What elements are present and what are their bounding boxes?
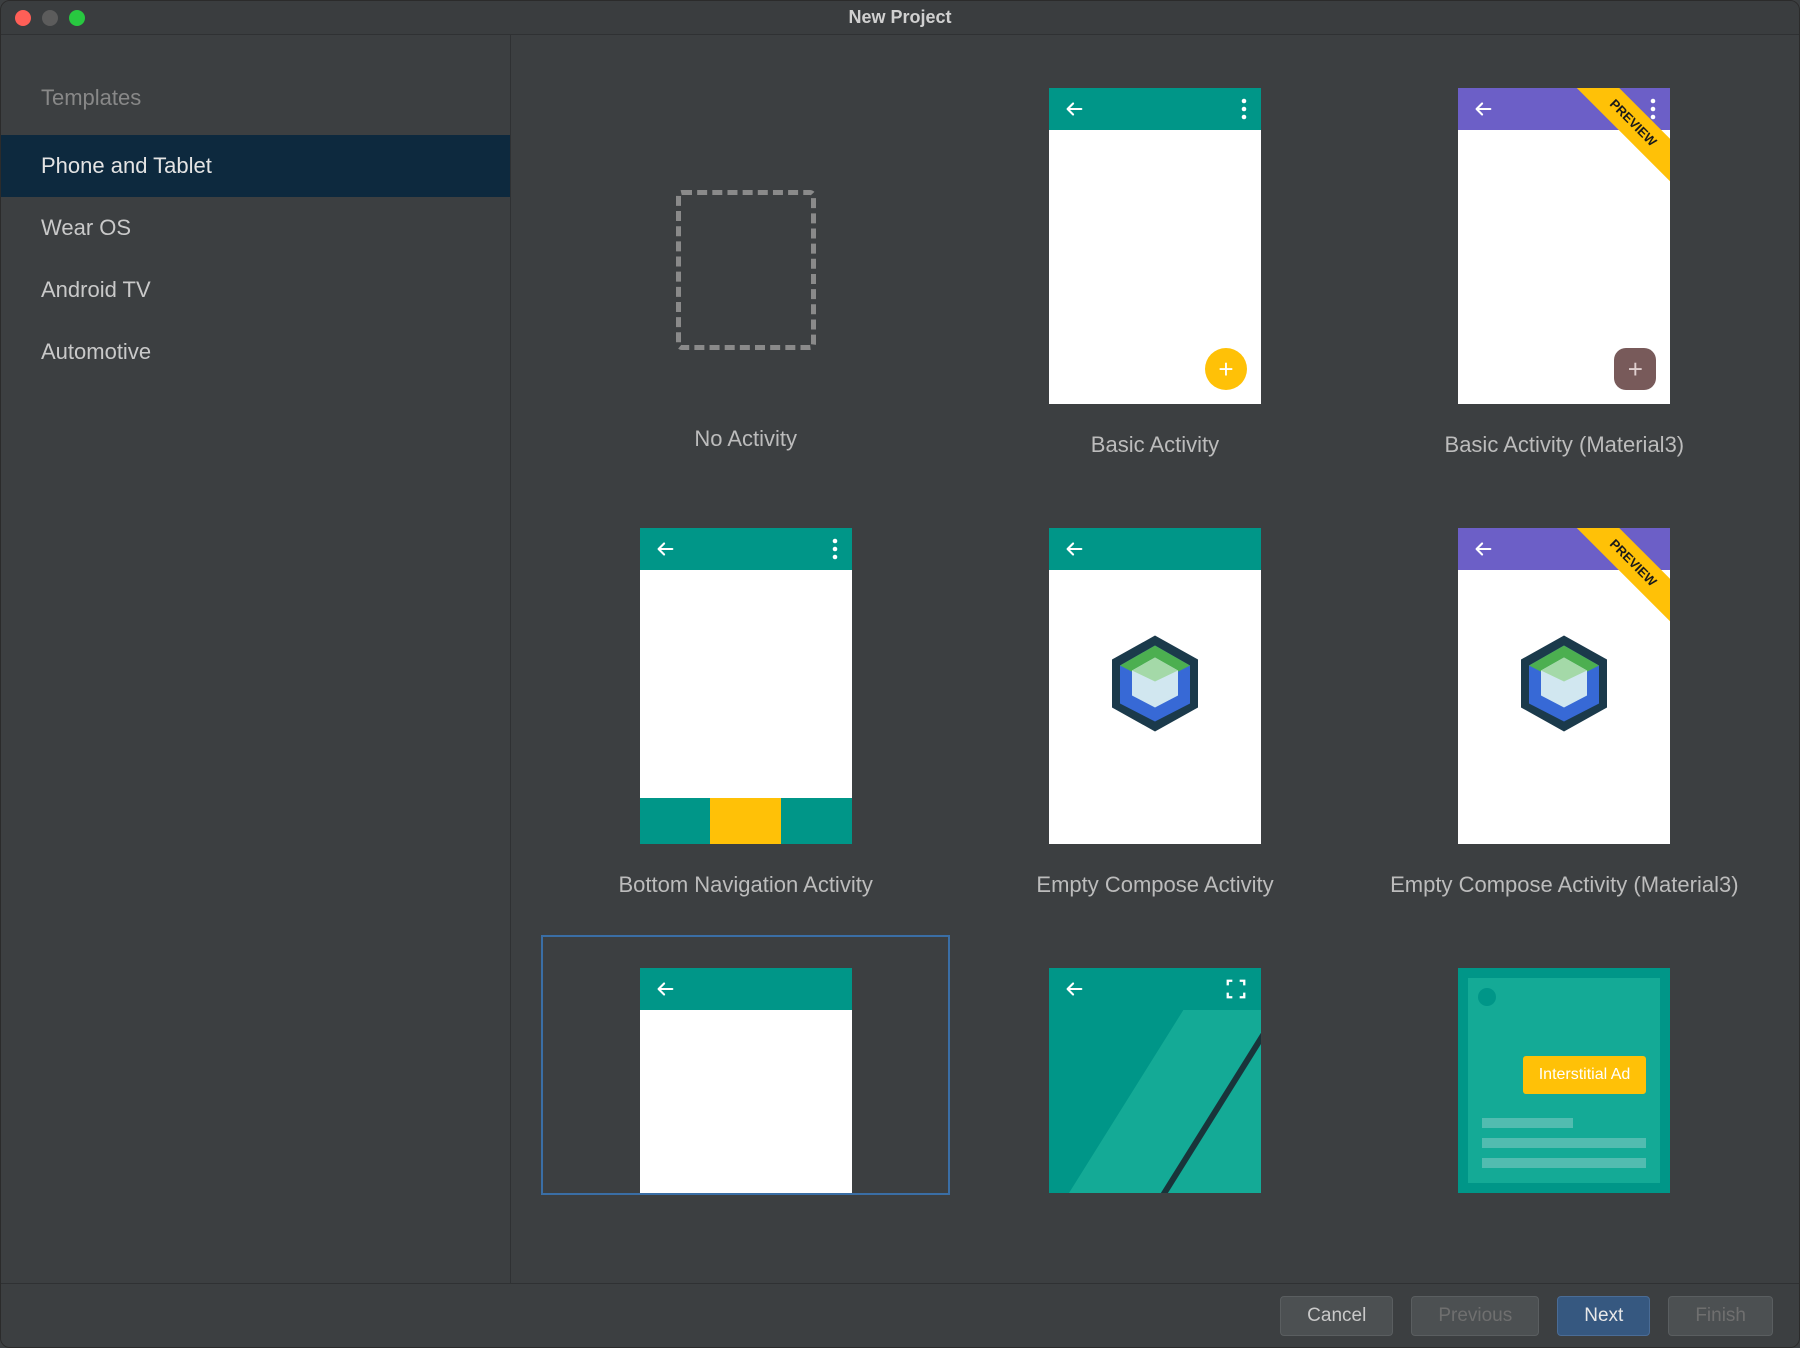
ad-card: Interstitial Ad xyxy=(1458,968,1670,1193)
back-arrow-icon xyxy=(654,978,676,1000)
appbar xyxy=(640,968,852,1010)
new-project-window: New Project Templates Phone and Tablet W… xyxy=(0,0,1800,1348)
templates-sidebar: Templates Phone and Tablet Wear OS Andro… xyxy=(1,35,511,1283)
back-arrow-icon xyxy=(1063,538,1085,560)
finish-button[interactable]: Finish xyxy=(1668,1296,1773,1336)
basic-activity-m3-thumb: PREVIEW + xyxy=(1458,88,1670,404)
template-label: Bottom Navigation Activity xyxy=(618,872,872,898)
appbar xyxy=(1458,528,1670,570)
template-label: No Activity xyxy=(694,426,797,452)
appbar xyxy=(1049,528,1261,570)
placeholder-lines xyxy=(1482,1118,1646,1178)
template-label: Empty Compose Activity xyxy=(1036,872,1273,898)
template-empty-compose-activity-material3[interactable]: PREVIEW Empty Compose Act xyxy=(1360,495,1769,935)
template-grid: No Activity + xyxy=(511,35,1799,1195)
template-basic-activity[interactable]: + Basic Activity xyxy=(950,55,1359,495)
basic-activity-thumb: + xyxy=(1049,88,1261,404)
bottom-navigation-thumb xyxy=(640,528,852,844)
sidebar-item-label: Phone and Tablet xyxy=(41,153,212,178)
appbar xyxy=(1049,88,1261,130)
compose-thumb xyxy=(1049,528,1261,844)
template-admob-ads-activity[interactable]: Interstitial Ad xyxy=(1360,935,1769,1195)
overflow-menu-icon xyxy=(832,538,838,560)
template-empty-activity[interactable] xyxy=(541,935,950,1195)
fullscreen-icon xyxy=(1225,978,1247,1000)
template-label: Basic Activity xyxy=(1091,432,1219,458)
template-label: Empty Compose Activity (Material3) xyxy=(1390,872,1738,898)
sidebar-item-label: Wear OS xyxy=(41,215,131,240)
fullscreen-thumb xyxy=(1049,968,1261,1193)
maximize-window-button[interactable] xyxy=(69,10,85,26)
template-empty-compose-activity[interactable]: Empty Compose Activity xyxy=(950,495,1359,935)
window-title: New Project xyxy=(1,7,1799,28)
overflow-menu-icon xyxy=(1241,98,1247,120)
close-window-button[interactable] xyxy=(15,10,31,26)
cancel-button[interactable]: Cancel xyxy=(1280,1296,1393,1336)
sidebar-heading: Templates xyxy=(1,71,510,135)
back-arrow-icon xyxy=(1063,98,1085,120)
interstitial-ad-button: Interstitial Ad xyxy=(1523,1056,1647,1094)
template-fullscreen-activity[interactable] xyxy=(950,935,1359,1195)
empty-activity-thumb xyxy=(640,968,852,1193)
status-dot-icon xyxy=(1478,988,1496,1006)
dashed-placeholder-icon xyxy=(676,190,816,350)
previous-button[interactable]: Previous xyxy=(1411,1296,1539,1336)
titlebar: New Project xyxy=(1,1,1799,35)
appbar xyxy=(1049,968,1261,1010)
no-activity-thumb xyxy=(640,82,852,398)
sidebar-item-automotive[interactable]: Automotive xyxy=(1,321,510,383)
jetpack-compose-icon xyxy=(1112,636,1198,737)
back-arrow-icon xyxy=(1472,538,1494,560)
template-gallery: No Activity + xyxy=(511,35,1799,1283)
minimize-window-button[interactable] xyxy=(42,10,58,26)
sidebar-item-android-tv[interactable]: Android TV xyxy=(1,259,510,321)
ad-thumb: Interstitial Ad xyxy=(1458,968,1670,1193)
fullscreen-body xyxy=(1049,1010,1261,1193)
sidebar-item-label: Android TV xyxy=(41,277,151,302)
template-no-activity[interactable]: No Activity xyxy=(541,55,950,495)
sidebar-item-label: Automotive xyxy=(41,339,151,364)
back-arrow-icon xyxy=(1472,98,1494,120)
fab-add-icon: + xyxy=(1614,348,1656,390)
window-controls xyxy=(15,10,85,26)
fab-add-icon: + xyxy=(1205,348,1247,390)
overflow-menu-icon xyxy=(1650,98,1656,120)
sidebar-item-wear-os[interactable]: Wear OS xyxy=(1,197,510,259)
dialog-body: Templates Phone and Tablet Wear OS Andro… xyxy=(1,35,1799,1283)
bottom-nav-bar xyxy=(640,798,852,844)
template-label: Basic Activity (Material3) xyxy=(1445,432,1685,458)
template-bottom-navigation-activity[interactable]: Bottom Navigation Activity xyxy=(541,495,950,935)
compose-m3-thumb: PREVIEW xyxy=(1458,528,1670,844)
template-basic-activity-material3[interactable]: PREVIEW + Basic Activity (Material3) xyxy=(1360,55,1769,495)
jetpack-compose-icon xyxy=(1521,636,1607,737)
appbar xyxy=(640,528,852,570)
dialog-footer: Cancel Previous Next Finish xyxy=(1,1283,1799,1347)
next-button[interactable]: Next xyxy=(1557,1296,1650,1336)
back-arrow-icon xyxy=(654,538,676,560)
appbar xyxy=(1458,88,1670,130)
back-arrow-icon xyxy=(1063,978,1085,1000)
sidebar-item-phone-and-tablet[interactable]: Phone and Tablet xyxy=(1,135,510,197)
